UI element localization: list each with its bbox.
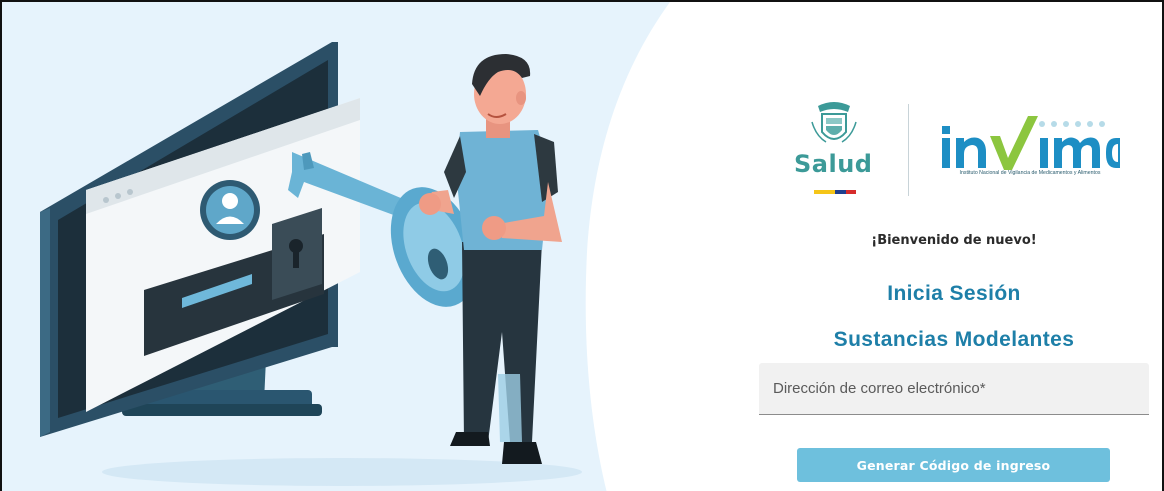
colombia-flag-bar [814,190,856,194]
salud-logo: Salud [790,100,900,196]
invima-wordmark [942,116,1120,170]
salud-text: Salud [794,150,873,178]
invima-logo: Instituto Nacional de Vigilancia de Medi… [940,114,1120,194]
login-title: Inicia Sesión [887,282,1021,305]
logo-divider [908,104,909,196]
colombia-coat-of-arms-icon [811,102,857,143]
email-input[interactable] [773,380,1149,397]
login-subtitle: Sustancias Modelantes [833,328,1075,351]
invima-tagline: Instituto Nacional de Vigilancia de Medi… [959,170,1101,176]
login-page: Salud Instituto Nacional de Vigilancia d… [0,0,1164,491]
generate-code-button[interactable]: Generar Código de ingreso [797,448,1110,482]
welcome-message: ¡Bienvenido de nuevo! [871,233,1037,248]
brand-logos: Salud Instituto Nacional de Vigilancia d… [790,100,1120,196]
login-panel: Salud Instituto Nacional de Vigilancia d… [742,2,1162,491]
email-field[interactable] [759,363,1149,415]
